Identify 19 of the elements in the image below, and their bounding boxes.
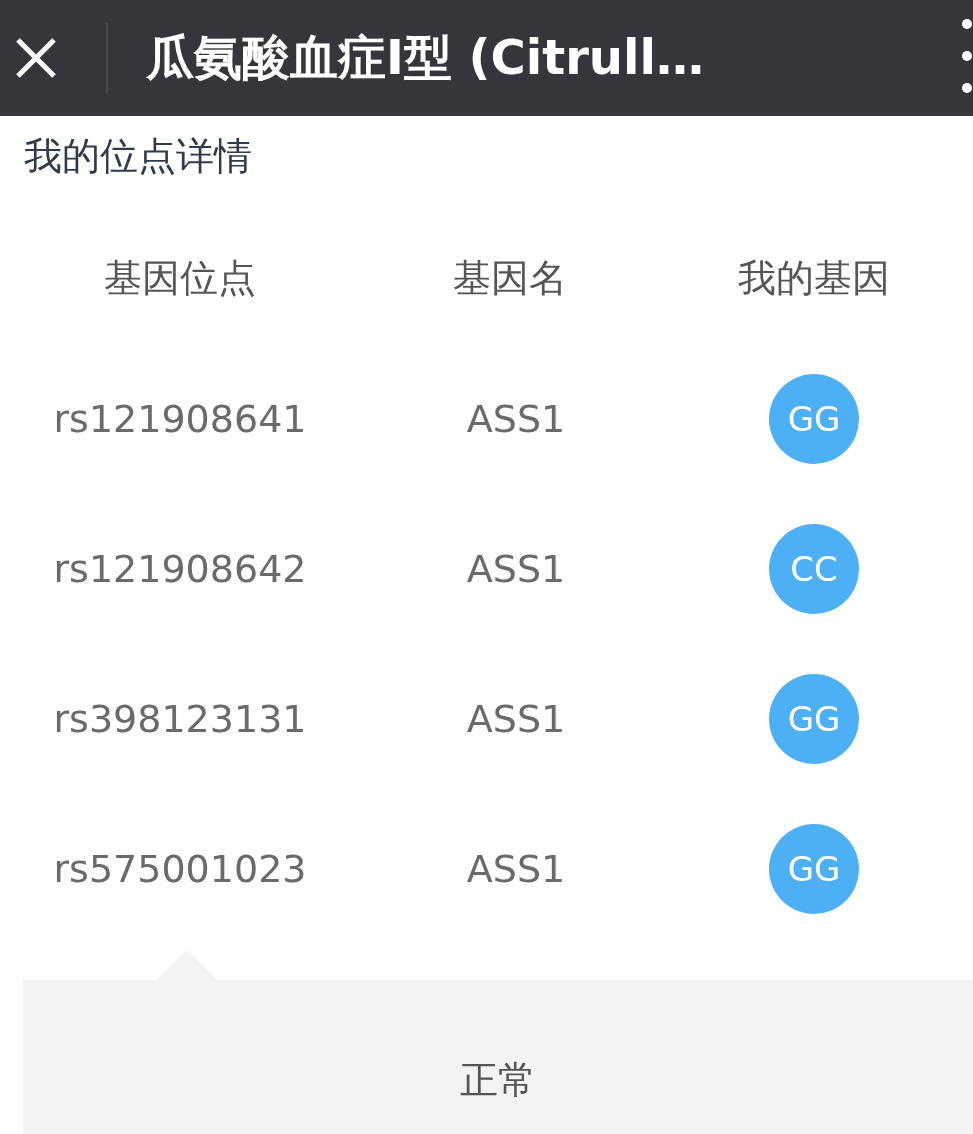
genotype-badge: CC xyxy=(769,524,859,614)
locus-cell: rs575001023 xyxy=(53,847,307,891)
gene-cell: ASS1 xyxy=(466,547,566,591)
column-header: 我的基因 xyxy=(738,255,890,302)
locus-cell: rs121908641 xyxy=(53,397,307,441)
result-text: 正常 xyxy=(460,1056,536,1104)
page-title: 瓜氨酸血症I型 (Citrull… xyxy=(146,28,704,87)
gene-cell: ASS1 xyxy=(466,697,566,741)
close-icon[interactable] xyxy=(14,36,58,80)
column-header: 基因位点 xyxy=(104,255,256,302)
genotype-badge: GG xyxy=(769,674,859,764)
gene-cell: ASS1 xyxy=(466,847,566,891)
column-header: 基因名 xyxy=(453,255,567,302)
section-title: 我的位点详情 xyxy=(23,133,253,180)
gene-cell: ASS1 xyxy=(466,397,566,441)
locus-cell: rs398123131 xyxy=(53,697,307,741)
locus-cell: rs121908642 xyxy=(53,547,307,591)
genotype-badge: GG xyxy=(769,374,859,464)
genotype-badge: GG xyxy=(769,824,859,914)
